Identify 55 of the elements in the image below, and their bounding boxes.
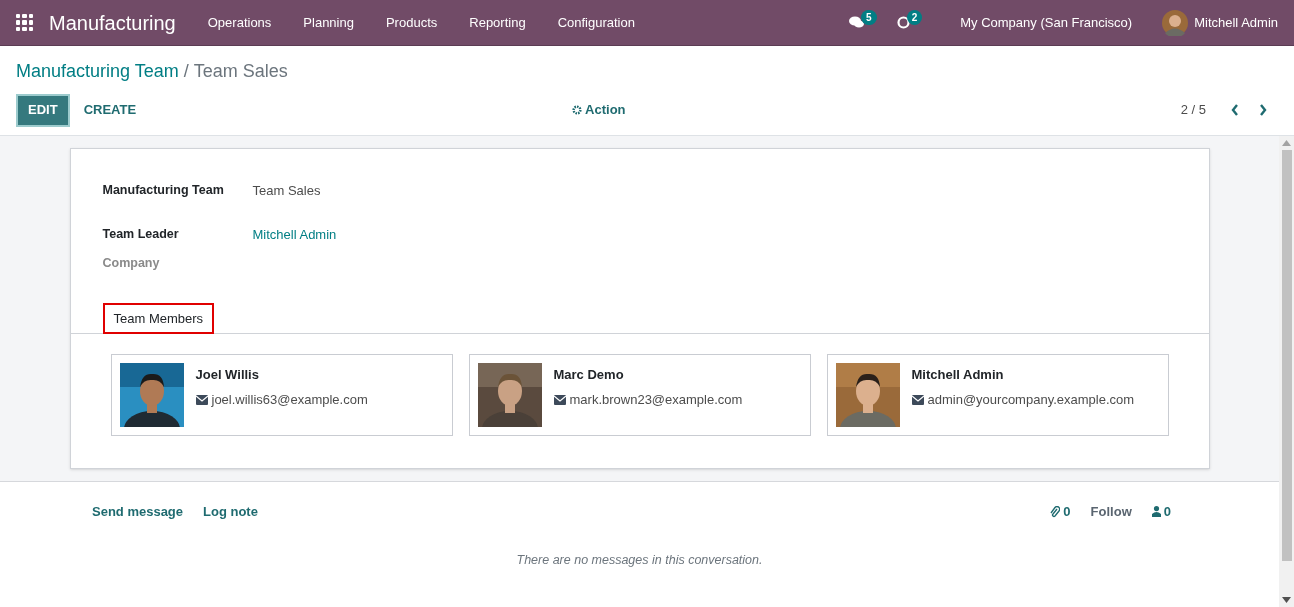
menu-item[interactable]: Planning <box>287 0 370 46</box>
field-label: Team Leader <box>102 225 180 243</box>
attachments-button[interactable]: 0 <box>1050 501 1071 522</box>
member-email: admin@yourcompany.example.com <box>927 391 1135 410</box>
log-note-button[interactable]: Log note <box>203 501 258 522</box>
menu-item[interactable]: Reporting <box>453 0 542 46</box>
envelope-icon <box>553 395 566 405</box>
menu-item[interactable]: Products <box>369 0 454 46</box>
followers-button[interactable]: 0 <box>1151 501 1171 522</box>
envelope-icon <box>195 395 208 405</box>
tab[interactable]: Team Members <box>102 302 215 334</box>
field-value: Team Sales <box>252 182 321 200</box>
menu-item[interactable]: Configuration <box>541 0 651 46</box>
create-button[interactable]: CREATE <box>71 93 149 127</box>
chevron-right-icon <box>1259 104 1267 116</box>
gear-icon <box>572 105 583 115</box>
field-label: Company <box>102 255 161 272</box>
empty-conversation-message: There are no messages in this conversation. <box>516 552 763 570</box>
user-menu[interactable]: Mitchell Admin <box>1162 9 1278 36</box>
apps-menu-icon[interactable] <box>16 14 33 31</box>
member-card[interactable]: Mitchell Admin admin@yourcompany.example.com <box>826 353 1169 436</box>
paperclip-icon <box>1050 505 1061 518</box>
messages-button[interactable]: 5 <box>841 0 885 46</box>
follow-button[interactable]: Follow <box>1090 501 1132 522</box>
scroll-up-icon <box>1282 140 1291 146</box>
envelope-icon <box>911 395 924 405</box>
message-count-badge: 5 <box>861 10 877 25</box>
chevron-left-icon <box>1231 104 1239 116</box>
activities-button[interactable]: 2 <box>888 0 931 46</box>
edit-button[interactable]: EDIT <box>16 93 70 127</box>
user-avatar <box>1162 9 1189 36</box>
action-button[interactable]: Action <box>572 100 626 120</box>
scrollbar-thumb[interactable] <box>1281 150 1292 561</box>
breadcrumb-current: Team Sales <box>193 60 288 83</box>
member-email: mark.brown23@example.com <box>569 391 743 410</box>
member-email: joel.willis63@example.com <box>211 391 368 410</box>
member-name: Marc Demo <box>553 365 625 384</box>
member-name: Joel Willis <box>195 365 260 384</box>
scroll-down-icon <box>1282 597 1291 603</box>
app-name[interactable]: Manufacturing <box>49 7 176 38</box>
activity-count-badge: 2 <box>906 10 923 25</box>
field-label: Manufacturing Team <box>102 182 225 200</box>
member-name: Mitchell Admin <box>911 365 1005 384</box>
person-icon <box>1151 506 1161 517</box>
member-card[interactable]: Marc Demo mark.brown23@example.com <box>468 353 811 436</box>
breadcrumb-link[interactable]: Manufacturing Team <box>16 58 179 85</box>
send-message-button[interactable]: Send message <box>92 501 184 522</box>
clock-icon <box>896 16 910 29</box>
company-switcher[interactable]: My Company (San Francisco) <box>952 12 1141 33</box>
chat-icon <box>849 16 865 29</box>
pager-value: 2 / 5 <box>1180 101 1206 120</box>
member-card[interactable]: Joel Willis joel.willis63@example.com <box>110 353 453 436</box>
field-link[interactable]: Mitchell Admin <box>252 224 337 244</box>
menu-item[interactable]: Operations <box>191 0 288 46</box>
breadcrumb-separator: / <box>183 60 189 83</box>
